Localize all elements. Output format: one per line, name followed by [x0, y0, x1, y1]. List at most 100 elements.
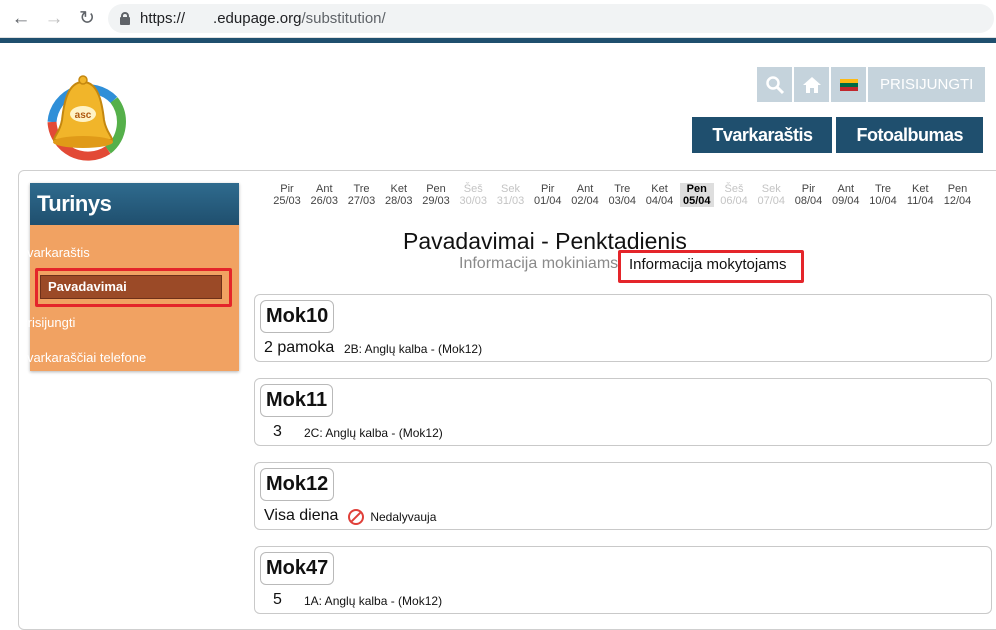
date-day: Pir — [801, 183, 816, 195]
date-value: 01/04 — [533, 195, 562, 207]
subtabs: Informacija mokiniams — [459, 255, 618, 273]
date-day: Šeš — [463, 183, 483, 195]
teacher-card: Mok11 3 2C: Anglų kalba - (Mok12) — [254, 378, 992, 446]
date-value: 03/04 — [608, 195, 637, 207]
nav-fotoalbumas[interactable]: Fotoalbumas — [836, 117, 983, 153]
date-value: 12/04 — [943, 195, 972, 207]
reload-icon[interactable]: ↻ — [75, 7, 99, 31]
date-day: Tre — [874, 183, 892, 195]
date-day: Pen — [426, 183, 446, 195]
date-value: 09/04 — [831, 195, 860, 207]
asc-bell-logo-icon[interactable]: asc — [38, 72, 128, 164]
date-value: 29/03 — [422, 195, 450, 207]
teacher-name: Mok47 — [260, 552, 335, 585]
date-tab[interactable]: Pen 05/04 — [679, 183, 714, 207]
sidebar-item-tvarkarastis[interactable]: Tvarkaraštis — [19, 245, 90, 260]
date-day: Pir — [280, 183, 294, 195]
date-tab[interactable]: Ket 04/04 — [643, 183, 677, 207]
date-day: Sek — [761, 183, 781, 195]
no-entry-icon — [348, 509, 364, 525]
lock-icon — [120, 12, 130, 25]
date-value: 10/04 — [869, 195, 897, 207]
date-day: Pen — [686, 183, 707, 195]
substitution-desc: 2C: Anglų kalba - (Mok12) — [304, 426, 443, 440]
svg-text:asc: asc — [75, 110, 92, 121]
date-day: Ket — [390, 183, 407, 195]
date-day: Ket — [651, 183, 668, 195]
main-nav: Tvarkaraštis Fotoalbumas — [692, 117, 983, 153]
sidebar-item-telefone[interactable]: Tvarkaraščiai telefone — [19, 350, 146, 365]
login-button[interactable]: PRISIJUNGTI — [868, 67, 986, 102]
date-value: 11/04 — [906, 195, 934, 207]
date-value: 02/04 — [571, 195, 599, 207]
date-day: Pir — [541, 183, 555, 195]
date-tab[interactable]: Sek 31/03 — [494, 183, 528, 207]
date-tab[interactable]: Šeš 06/04 — [717, 183, 751, 207]
date-tab[interactable]: Pir 25/03 — [270, 183, 304, 207]
home-icon — [802, 76, 821, 93]
date-tab[interactable]: Ket 28/03 — [382, 183, 416, 207]
teacher-name: Mok12 — [260, 468, 335, 501]
date-day: Šeš — [724, 183, 744, 195]
date-tab[interactable]: Ant 02/04 — [568, 183, 602, 207]
sidebar-item-prisijungti[interactable]: Prisijungti — [19, 315, 75, 330]
teacher-name: Mok10 — [260, 300, 335, 333]
highlight-box — [35, 268, 232, 307]
date-value: 25/03 — [273, 195, 301, 207]
tab-students[interactable]: Informacija mokiniams — [459, 255, 618, 272]
sidebar-title: Turinys — [30, 183, 239, 225]
date-tab[interactable]: Sek 07/04 — [754, 183, 788, 207]
date-day: Ket — [911, 183, 929, 195]
date-tab[interactable]: Ant 09/04 — [829, 183, 863, 207]
header-toolbar: PRISIJUNGTI — [757, 67, 986, 102]
teacher-card: Mok10 2 pamoka 2B: Anglų kalba - (Mok12) — [254, 294, 992, 362]
date-value: 07/04 — [757, 195, 786, 207]
date-day: Sek — [501, 183, 520, 195]
browser-toolbar: ← → ↻ https://.edupage.org/substitution/ — [0, 0, 996, 38]
teacher-card: Mok12 Visa diena Nedalyvauja — [254, 462, 992, 530]
period: 3 — [273, 423, 282, 440]
date-day: Ant — [576, 183, 594, 195]
language-button[interactable] — [831, 67, 866, 102]
date-tab[interactable]: Pir 01/04 — [531, 183, 565, 207]
lithuania-flag-icon — [839, 78, 858, 91]
search-icon — [765, 75, 784, 94]
date-day: Ant — [315, 183, 333, 195]
period: 2 pamoka — [264, 339, 335, 356]
tab-teachers[interactable]: Informacija mokytojams — [629, 256, 787, 273]
date-value: 30/03 — [459, 195, 488, 207]
date-value: 27/03 — [347, 195, 376, 207]
date-value: 31/03 — [496, 195, 525, 207]
period: Visa diena — [264, 507, 339, 524]
date-day: Tre — [353, 183, 370, 195]
absence-desc: Nedalyvauja — [348, 509, 436, 525]
date-day: Tre — [614, 183, 631, 195]
period: 5 — [273, 591, 282, 608]
date-day: Pen — [947, 183, 968, 195]
date-tab[interactable]: Šeš 30/03 — [456, 183, 490, 207]
date-tab[interactable]: Pen 12/04 — [941, 183, 975, 207]
url-text: https://.edupage.org/substitution/ — [140, 10, 386, 27]
teacher-name: Mok11 — [260, 384, 334, 417]
date-tab[interactable]: Ant 26/03 — [307, 183, 341, 207]
nav-tvarkarastis[interactable]: Tvarkaraštis — [692, 117, 833, 153]
address-bar[interactable]: https://.edupage.org/substitution/ — [108, 4, 994, 33]
date-tab[interactable]: Tre 27/03 — [345, 183, 379, 207]
teacher-card: Mok47 5 1A: Anglų kalba - (Mok12) — [254, 546, 992, 614]
forward-arrow-icon[interactable]: → — [42, 7, 66, 31]
date-value: 05/04 — [682, 195, 711, 207]
substitution-desc: 2B: Anglų kalba - (Mok12) — [344, 342, 483, 356]
back-arrow-icon[interactable]: ← — [9, 7, 33, 31]
date-tab[interactable]: Pir 08/04 — [792, 183, 826, 207]
search-button[interactable] — [757, 67, 792, 102]
home-button[interactable] — [794, 67, 829, 102]
date-tab[interactable]: Tre 10/04 — [866, 183, 900, 207]
date-tab[interactable]: Tre 03/04 — [605, 183, 639, 207]
substitution-desc: 1A: Anglų kalba - (Mok12) — [304, 594, 443, 608]
date-tab[interactable]: Ket 11/04 — [903, 183, 937, 207]
date-tab[interactable]: Pen 29/03 — [419, 183, 453, 207]
date-value: 26/03 — [310, 195, 339, 207]
date-day: Ant — [837, 183, 854, 195]
date-value: 08/04 — [794, 195, 823, 207]
date-value: 28/03 — [384, 195, 413, 207]
